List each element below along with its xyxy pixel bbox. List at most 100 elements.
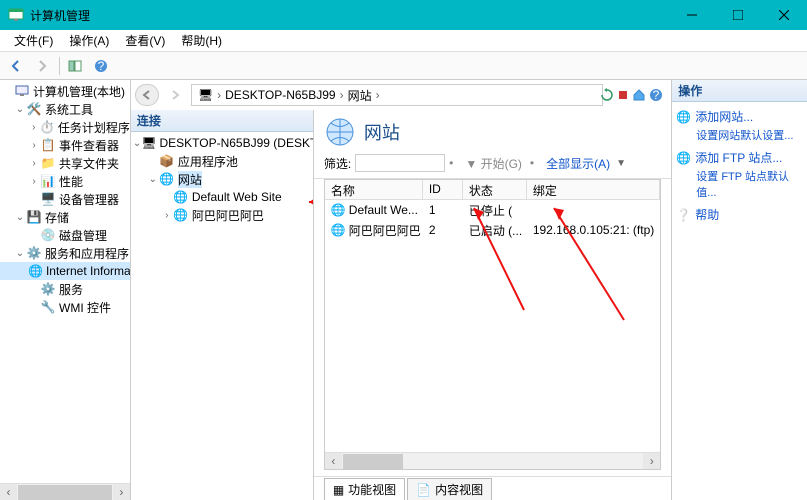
- start-button[interactable]: ▼ 开始(G): [465, 155, 522, 172]
- home-icon[interactable]: [632, 86, 646, 104]
- svg-text:?: ?: [98, 59, 105, 73]
- forward-button[interactable]: [30, 55, 54, 77]
- content-pane: 网站 筛选: • ▼ 开始(G) • 全部显示(A) ▼ 名称 ID 状态: [314, 110, 671, 500]
- nav-forward-button[interactable]: [163, 84, 187, 106]
- expand-icon[interactable]: ›: [28, 158, 40, 169]
- show-all-link[interactable]: 全部显示(A): [546, 155, 610, 172]
- conn-custom-site[interactable]: ›🌐阿巴阿巴阿巴: [133, 206, 311, 224]
- scroll-right-icon[interactable]: ›: [643, 453, 660, 469]
- iis-pane: 🖥 › DESKTOP-N65BJ99 › 网站 › ? 连接 ⌄🖥DESKTO…: [131, 80, 672, 500]
- conn-websites[interactable]: ⌄🌐网站: [133, 170, 311, 188]
- tree-services-apps[interactable]: ⌄⚙️服务和应用程序: [0, 244, 130, 262]
- action-ftp-defaults[interactable]: 设置 FTP 站点默认值...: [676, 168, 803, 200]
- filter-input[interactable]: [355, 154, 445, 172]
- refresh-icon[interactable]: [600, 86, 614, 104]
- col-binding[interactable]: 绑定: [527, 180, 660, 199]
- folder-icon: 📁: [40, 155, 56, 171]
- tree-services[interactable]: ⚙️服务: [0, 280, 130, 298]
- device-icon: 🖥️: [40, 191, 56, 207]
- col-id[interactable]: ID: [423, 180, 463, 199]
- back-button[interactable]: [4, 55, 28, 77]
- disk-icon: 💿: [40, 227, 56, 243]
- grid-scrollbar[interactable]: ‹ ›: [325, 452, 660, 469]
- titlebar: 计算机管理: [0, 0, 807, 30]
- conn-host[interactable]: ⌄🖥DESKTOP-N65BJ99 (DESKTOP: [133, 134, 311, 152]
- help-icon[interactable]: ?: [649, 86, 663, 104]
- show-hide-tree-button[interactable]: [63, 55, 87, 77]
- server-icon: 🖥: [198, 88, 213, 102]
- iis-icon: 🌐: [28, 263, 43, 279]
- actions-pane: 操作 🌐添加网站... 设置网站默认设置... 🌐添加 FTP 站点... 设置…: [672, 80, 807, 500]
- page-title: 网站: [364, 119, 400, 145]
- tools-icon: 🛠️: [26, 101, 42, 117]
- globe-add-icon: 🌐: [676, 110, 691, 124]
- services-icon: ⚙️: [26, 245, 42, 261]
- menu-action[interactable]: 操作(A): [61, 30, 117, 51]
- tree-task-scheduler[interactable]: ›⏱️任务计划程序: [0, 118, 130, 136]
- tree-performance[interactable]: ›📊性能: [0, 172, 130, 190]
- connections-pane: 连接 ⌄🖥DESKTOP-N65BJ99 (DESKTOP 📦应用程序池 ⌄🌐网…: [131, 110, 314, 500]
- collapse-icon[interactable]: ⌄: [14, 104, 26, 115]
- menu-file[interactable]: 文件(F): [6, 30, 61, 51]
- help-icon: ❔: [676, 208, 691, 222]
- computer-icon: [14, 83, 30, 99]
- expand-icon[interactable]: ›: [28, 176, 40, 187]
- minimize-button[interactable]: [669, 0, 715, 30]
- action-help[interactable]: ❔帮助: [676, 206, 803, 223]
- menu-help[interactable]: 帮助(H): [173, 30, 230, 51]
- breadcrumb[interactable]: 🖥 › DESKTOP-N65BJ99 › 网站 ›: [191, 84, 603, 106]
- filter-bar: 筛选: • ▼ 开始(G) • 全部显示(A) ▼: [314, 152, 671, 179]
- tree-storage[interactable]: ⌄💾存储: [0, 208, 130, 226]
- tree-wmi[interactable]: 🔧WMI 控件: [0, 298, 130, 316]
- globe-icon: 🌐: [173, 189, 189, 205]
- connections-header: 连接: [131, 110, 313, 132]
- dropdown-icon[interactable]: ▼: [616, 158, 626, 169]
- globe-icon: 🌐: [173, 207, 189, 223]
- menu-view[interactable]: 查看(V): [117, 30, 173, 51]
- wmi-icon: 🔧: [40, 299, 56, 315]
- actions-header: 操作: [672, 80, 807, 102]
- action-add-ftp[interactable]: 🌐添加 FTP 站点...: [676, 147, 803, 168]
- perf-icon: 📊: [40, 173, 56, 189]
- collapse-icon[interactable]: ⌄: [14, 212, 26, 223]
- scroll-right-icon[interactable]: ›: [113, 484, 130, 500]
- collapse-icon[interactable]: ⌄: [147, 174, 159, 185]
- tree-root[interactable]: 计算机管理(本地): [0, 82, 130, 100]
- tree-disk-management[interactable]: 💿磁盘管理: [0, 226, 130, 244]
- action-add-website[interactable]: 🌐添加网站...: [676, 106, 803, 127]
- col-status[interactable]: 状态: [463, 180, 527, 199]
- grid-header[interactable]: 名称 ID 状态 绑定: [325, 180, 660, 200]
- nav-back-button[interactable]: [135, 84, 159, 106]
- tree-system-tools[interactable]: ⌄🛠️系统工具: [0, 100, 130, 118]
- expand-icon[interactable]: ›: [161, 210, 173, 221]
- tree-iis[interactable]: 🌐Internet Informat: [0, 262, 130, 280]
- tree-event-viewer[interactable]: ›📋事件查看器: [0, 136, 130, 154]
- table-row[interactable]: 🌐Default We... 1 已停止 (: [325, 200, 660, 220]
- tree-shared-folders[interactable]: ›📁共享文件夹: [0, 154, 130, 172]
- view-tabs: ▦功能视图 📄内容视图: [314, 476, 671, 500]
- tree-device-manager[interactable]: 🖥️设备管理器: [0, 190, 130, 208]
- table-row[interactable]: 🌐阿巴阿巴阿巴 2 已启动 (... 192.168.0.105:21: (ft…: [325, 220, 660, 240]
- expand-icon[interactable]: ›: [28, 122, 39, 133]
- col-name[interactable]: 名称: [325, 180, 423, 199]
- scroll-left-icon[interactable]: ‹: [325, 453, 342, 469]
- maximize-button[interactable]: [715, 0, 761, 30]
- scroll-left-icon[interactable]: ‹: [0, 484, 17, 500]
- left-scrollbar[interactable]: ‹ ›: [0, 483, 130, 500]
- collapse-icon[interactable]: ⌄: [14, 248, 26, 259]
- tab-features-view[interactable]: ▦功能视图: [324, 478, 405, 500]
- grid-icon: ▦: [333, 483, 344, 497]
- toolbar: ?: [0, 52, 807, 80]
- mmc-tree-pane: 计算机管理(本地) ⌄🛠️系统工具 ›⏱️任务计划程序 ›📋事件查看器 ›📁共享…: [0, 80, 131, 500]
- stop-icon[interactable]: [617, 86, 629, 104]
- tab-content-view[interactable]: 📄内容视图: [407, 478, 492, 500]
- close-button[interactable]: [761, 0, 807, 30]
- action-website-defaults[interactable]: 设置网站默认设置...: [676, 127, 803, 143]
- expand-icon[interactable]: ›: [28, 140, 40, 151]
- content-title: 网站: [314, 110, 671, 152]
- list-icon: 📄: [416, 483, 431, 497]
- collapse-icon[interactable]: ⌄: [133, 138, 141, 149]
- conn-app-pools[interactable]: 📦应用程序池: [133, 152, 311, 170]
- conn-default-site[interactable]: 🌐Default Web Site: [133, 188, 311, 206]
- help-button[interactable]: ?: [89, 55, 113, 77]
